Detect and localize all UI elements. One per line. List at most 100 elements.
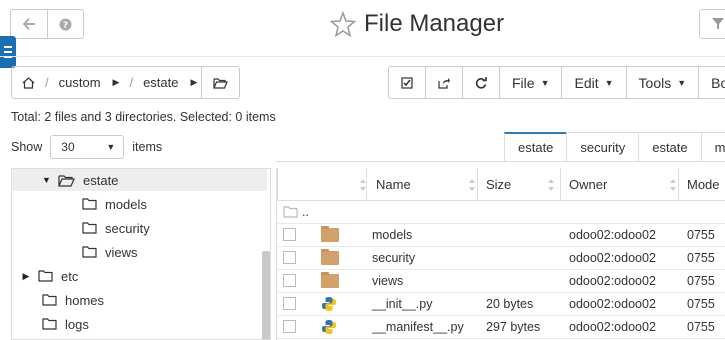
file-grid: Name Size Owner Mode .. models odoo02:od…	[276, 168, 725, 340]
page-title: File Manager	[364, 10, 505, 37]
file-mode: 0755	[687, 320, 715, 334]
top-bar: ? File Manager	[0, 0, 725, 68]
breadcrumb-item-estate[interactable]: estate	[143, 75, 178, 90]
folder-open-icon	[58, 174, 75, 187]
tree-item-views[interactable]: views	[82, 241, 138, 263]
column-mode[interactable]: Mode	[687, 168, 720, 201]
row-checkbox[interactable]	[283, 251, 296, 264]
caret-down-icon: ▼	[677, 77, 687, 88]
parent-dir-label: ..	[302, 205, 309, 219]
folder-tree: ▼ estate models security views ▶ etc hom…	[11, 168, 271, 340]
tree-item-estate[interactable]: ▼ estate	[12, 169, 267, 191]
python-file-icon	[322, 297, 336, 311]
nav-button-group: ?	[10, 9, 84, 39]
row-checkbox[interactable]	[283, 228, 296, 241]
check-square-icon	[401, 76, 413, 89]
per-page-select[interactable]: 30 ▼	[50, 135, 125, 159]
table-row[interactable]: views odoo02:odoo02 0755	[277, 270, 725, 293]
side-menu-toggle[interactable]	[0, 36, 16, 68]
folder-icon	[82, 198, 97, 210]
file-owner: odoo02:odoo02	[569, 228, 656, 242]
file-menu[interactable]: File ▼	[500, 67, 563, 98]
sort-icon[interactable]	[669, 178, 677, 192]
tree-item-models[interactable]: models	[82, 193, 147, 215]
tab-security[interactable]: security	[566, 132, 640, 162]
edit-menu[interactable]: Edit ▼	[562, 67, 627, 98]
caret-down-icon: ▼	[106, 142, 116, 152]
tab-estate[interactable]: estate	[504, 132, 568, 162]
file-name[interactable]: models	[372, 224, 412, 246]
items-label: items	[132, 140, 163, 154]
table-row[interactable]: __init__.py 20 bytes odoo02:odoo02 0755	[277, 293, 725, 316]
row-checkbox[interactable]	[283, 320, 296, 333]
paging-controls: Show 30 ▼ items	[11, 135, 162, 159]
share-button[interactable]	[426, 67, 463, 98]
breadcrumb-item-custom[interactable]: custom	[59, 75, 101, 90]
file-mode: 0755	[687, 228, 715, 242]
file-owner: odoo02:odoo02	[569, 274, 656, 288]
tree-item-logs[interactable]: logs	[42, 313, 89, 335]
bookmarks-menu[interactable]: Bo	[699, 67, 725, 98]
refresh-icon	[475, 76, 487, 89]
arrow-left-icon	[22, 18, 35, 30]
table-row[interactable]: security odoo02:odoo02 0755	[277, 247, 725, 270]
star-outline-icon[interactable]	[330, 11, 356, 37]
file-mode: 0755	[687, 274, 715, 288]
hamburger-icon	[4, 46, 12, 48]
parent-dir-row[interactable]: ..	[277, 201, 725, 224]
file-name[interactable]: __init__.py	[372, 293, 432, 315]
funnel-icon	[712, 18, 724, 30]
tabs-baseline	[276, 161, 725, 162]
folder-icon	[321, 272, 339, 288]
column-name[interactable]: Name	[376, 168, 411, 201]
toolbar: File ▼ Edit ▼ Tools ▼ Bo	[388, 66, 725, 99]
sort-icon[interactable]	[547, 178, 555, 192]
file-owner: odoo02:odoo02	[569, 297, 656, 311]
folder-icon	[82, 246, 97, 258]
select-all-button[interactable]	[389, 67, 426, 98]
caret-right-icon[interactable]: ▶	[113, 77, 120, 88]
folder-tabs: estate security estate m	[504, 132, 725, 162]
table-row[interactable]: models odoo02:odoo02 0755	[277, 224, 725, 247]
filter-button[interactable]	[699, 9, 725, 39]
grid-header: Name Size Owner Mode	[277, 168, 725, 201]
app-title-group: File Manager	[330, 10, 504, 38]
folder-open-icon	[213, 77, 228, 89]
tab-estate-2[interactable]: estate	[638, 132, 702, 162]
caret-right-icon[interactable]: ▶	[22, 271, 30, 282]
column-owner[interactable]: Owner	[569, 168, 607, 201]
breadcrumb: / custom ▶ / estate ▶	[11, 66, 202, 99]
tab-more[interactable]: m	[700, 132, 725, 162]
file-name[interactable]: views	[372, 270, 403, 292]
file-size: 20 bytes	[486, 297, 534, 311]
python-file-icon	[322, 320, 336, 334]
file-size: 297 bytes	[486, 320, 541, 334]
refresh-button[interactable]	[463, 67, 500, 98]
caret-right-icon[interactable]: ▶	[191, 77, 198, 88]
selection-summary: Total: 2 files and 3 directories. Select…	[11, 110, 276, 124]
home-icon[interactable]	[22, 76, 35, 89]
caret-down-icon[interactable]: ▼	[42, 175, 51, 185]
file-name[interactable]: __manifest__.py	[372, 316, 464, 338]
open-folder-button[interactable]	[202, 66, 240, 99]
tools-menu[interactable]: Tools ▼	[627, 67, 700, 98]
divider	[0, 56, 725, 57]
tree-scrollbar[interactable]	[262, 251, 270, 339]
sort-icon[interactable]	[468, 178, 476, 192]
file-mode: 0755	[687, 251, 715, 265]
tree-item-security[interactable]: security	[82, 217, 150, 239]
question-circle-icon: ?	[59, 18, 72, 31]
folder-icon	[38, 270, 53, 282]
row-checkbox[interactable]	[283, 297, 296, 310]
tree-item-etc[interactable]: ▶ etc	[22, 265, 79, 287]
caret-down-icon: ▼	[540, 77, 550, 88]
folder-icon	[321, 226, 339, 242]
column-size[interactable]: Size	[486, 168, 511, 201]
file-name[interactable]: security	[372, 247, 415, 269]
tree-item-homes[interactable]: homes	[42, 289, 104, 311]
table-row[interactable]: __manifest__.py 297 bytes odoo02:odoo02 …	[277, 316, 725, 339]
help-button[interactable]: ?	[47, 10, 83, 38]
file-mode: 0755	[687, 297, 715, 311]
back-button[interactable]	[11, 10, 47, 38]
row-checkbox[interactable]	[283, 274, 296, 287]
